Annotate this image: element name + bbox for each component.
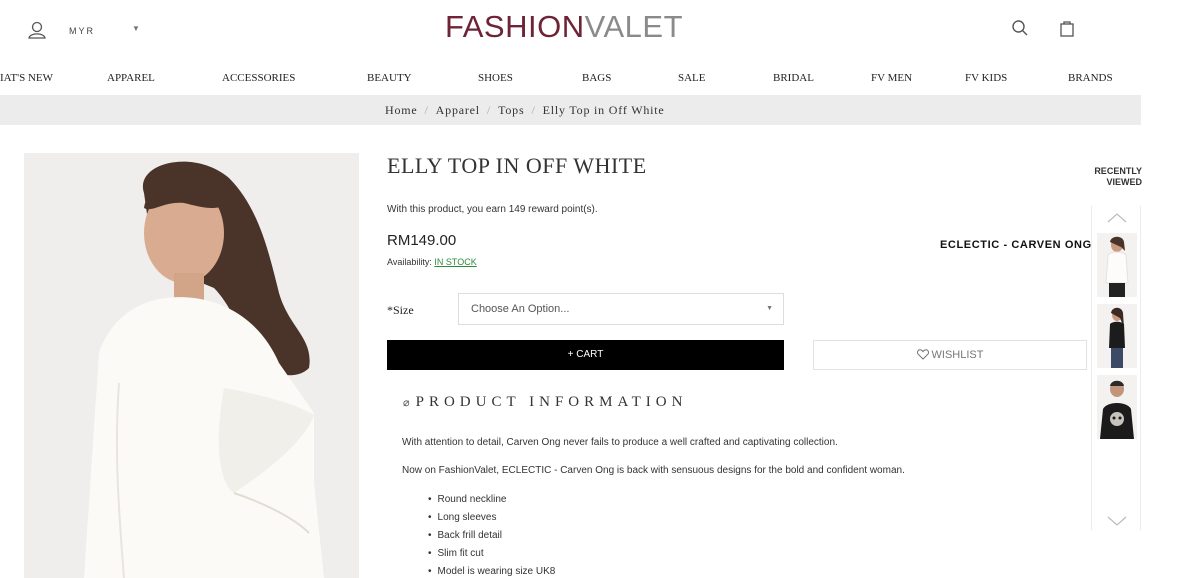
- reward-points-text: With this product, you earn 149 reward p…: [387, 204, 598, 215]
- feature-item: Back frill detail: [428, 527, 555, 545]
- breadcrumb: Home / Apparel / Tops / Elly Top in Off White: [385, 103, 665, 118]
- availability: Availability: IN STOCK: [387, 257, 477, 267]
- top-bar: MYR ▼ FASHIONVALET: [0, 0, 1177, 60]
- feature-item: Model is wearing size UK8: [428, 563, 556, 578]
- fashionvalet-logo[interactable]: FASHIONVALET: [445, 9, 683, 45]
- breadcrumb-tops[interactable]: Tops: [498, 103, 524, 117]
- nav-item-sale[interactable]: SALE: [678, 72, 706, 84]
- wishlist-label: WISHLIST: [931, 349, 984, 361]
- nav-item-bridal[interactable]: BRIDAL: [773, 72, 814, 84]
- nav-item-whats-new[interactable]: IAT'S NEW: [0, 72, 53, 84]
- product-price: RM149.00: [387, 232, 457, 249]
- chevron-down-icon: ▼: [766, 305, 773, 312]
- size-select[interactable]: Choose An Option... ▼: [458, 293, 784, 325]
- feature-item: Long sleeves: [428, 509, 555, 527]
- breadcrumb-separator: /: [531, 103, 536, 117]
- currency-selector[interactable]: MYR: [69, 26, 95, 36]
- product-title: ELLY TOP IN OFF WHITE: [387, 153, 647, 178]
- feature-item: Round neckline: [428, 491, 555, 509]
- product-description: With attention to detail, Carven Ong nev…: [402, 437, 838, 448]
- main-nav: IAT'S NEW APPAREL ACCESSORIES BEAUTY SHO…: [0, 66, 1177, 90]
- breadcrumb-current: Elly Top in Off White: [542, 103, 665, 117]
- breadcrumb-bar: Home / Apparel / Tops / Elly Top in Off White: [0, 95, 1141, 125]
- product-image[interactable]: [24, 153, 359, 578]
- chevron-down-icon[interactable]: [1106, 516, 1128, 528]
- recently-viewed-thumbnail[interactable]: [1097, 233, 1137, 297]
- stock-status: IN STOCK: [434, 257, 477, 267]
- logo-text-valet: VALET: [584, 9, 683, 44]
- breadcrumb-separator: /: [424, 103, 429, 117]
- size-select-value: Choose An Option...: [471, 303, 570, 315]
- nav-item-fv-kids[interactable]: FV KIDS: [965, 72, 1007, 84]
- breadcrumb-apparel[interactable]: Apparel: [436, 103, 480, 117]
- nav-item-apparel[interactable]: APPAREL: [107, 72, 155, 84]
- nav-item-bags[interactable]: BAGS: [582, 72, 611, 84]
- product-description: Now on FashionValet, ECLECTIC - Carven O…: [402, 465, 905, 476]
- recently-viewed-thumbnail[interactable]: [1097, 375, 1137, 439]
- recently-viewed-thumbnail[interactable]: [1097, 304, 1137, 368]
- shopping-bag-icon[interactable]: [1058, 19, 1076, 37]
- recently-viewed-title: RECENTLY VIEWED: [1082, 166, 1142, 188]
- search-icon[interactable]: [1011, 19, 1029, 37]
- product-features: Round neckline Long sleeves Back frill d…: [428, 491, 556, 578]
- wishlist-button[interactable]: WISHLIST: [813, 340, 1087, 370]
- chevron-up-icon[interactable]: [1106, 211, 1128, 223]
- nav-item-beauty[interactable]: BEAUTY: [367, 72, 412, 84]
- nav-item-brands[interactable]: BRANDS: [1068, 72, 1113, 84]
- tag-icon: ⌀: [403, 396, 410, 409]
- recently-viewed-title-line1: RECENTLY: [1094, 166, 1142, 176]
- breadcrumb-home[interactable]: Home: [385, 103, 418, 117]
- add-to-cart-button[interactable]: + CART: [387, 340, 784, 370]
- chevron-down-icon[interactable]: ▼: [132, 24, 140, 33]
- nav-item-fv-men[interactable]: FV MEN: [871, 72, 912, 84]
- feature-item: Slim fit cut: [428, 545, 555, 563]
- recently-viewed-title-line2: VIEWED: [1106, 177, 1142, 187]
- logo-text-fashion: FASHION: [445, 9, 585, 44]
- nav-item-shoes[interactable]: SHOES: [478, 72, 513, 84]
- designer-link[interactable]: ECLECTIC - CARVEN ONG: [940, 239, 1092, 251]
- product-information-heading: ⌀ PRODUCT INFORMATION: [403, 394, 687, 411]
- user-icon[interactable]: [27, 20, 47, 40]
- availability-label: Availability:: [387, 257, 432, 267]
- product-information-title: PRODUCT INFORMATION: [415, 394, 688, 410]
- size-label: *Size: [387, 303, 414, 317]
- nav-item-accessories[interactable]: ACCESSORIES: [222, 72, 295, 84]
- heart-icon: [916, 349, 929, 360]
- breadcrumb-separator: /: [486, 103, 492, 117]
